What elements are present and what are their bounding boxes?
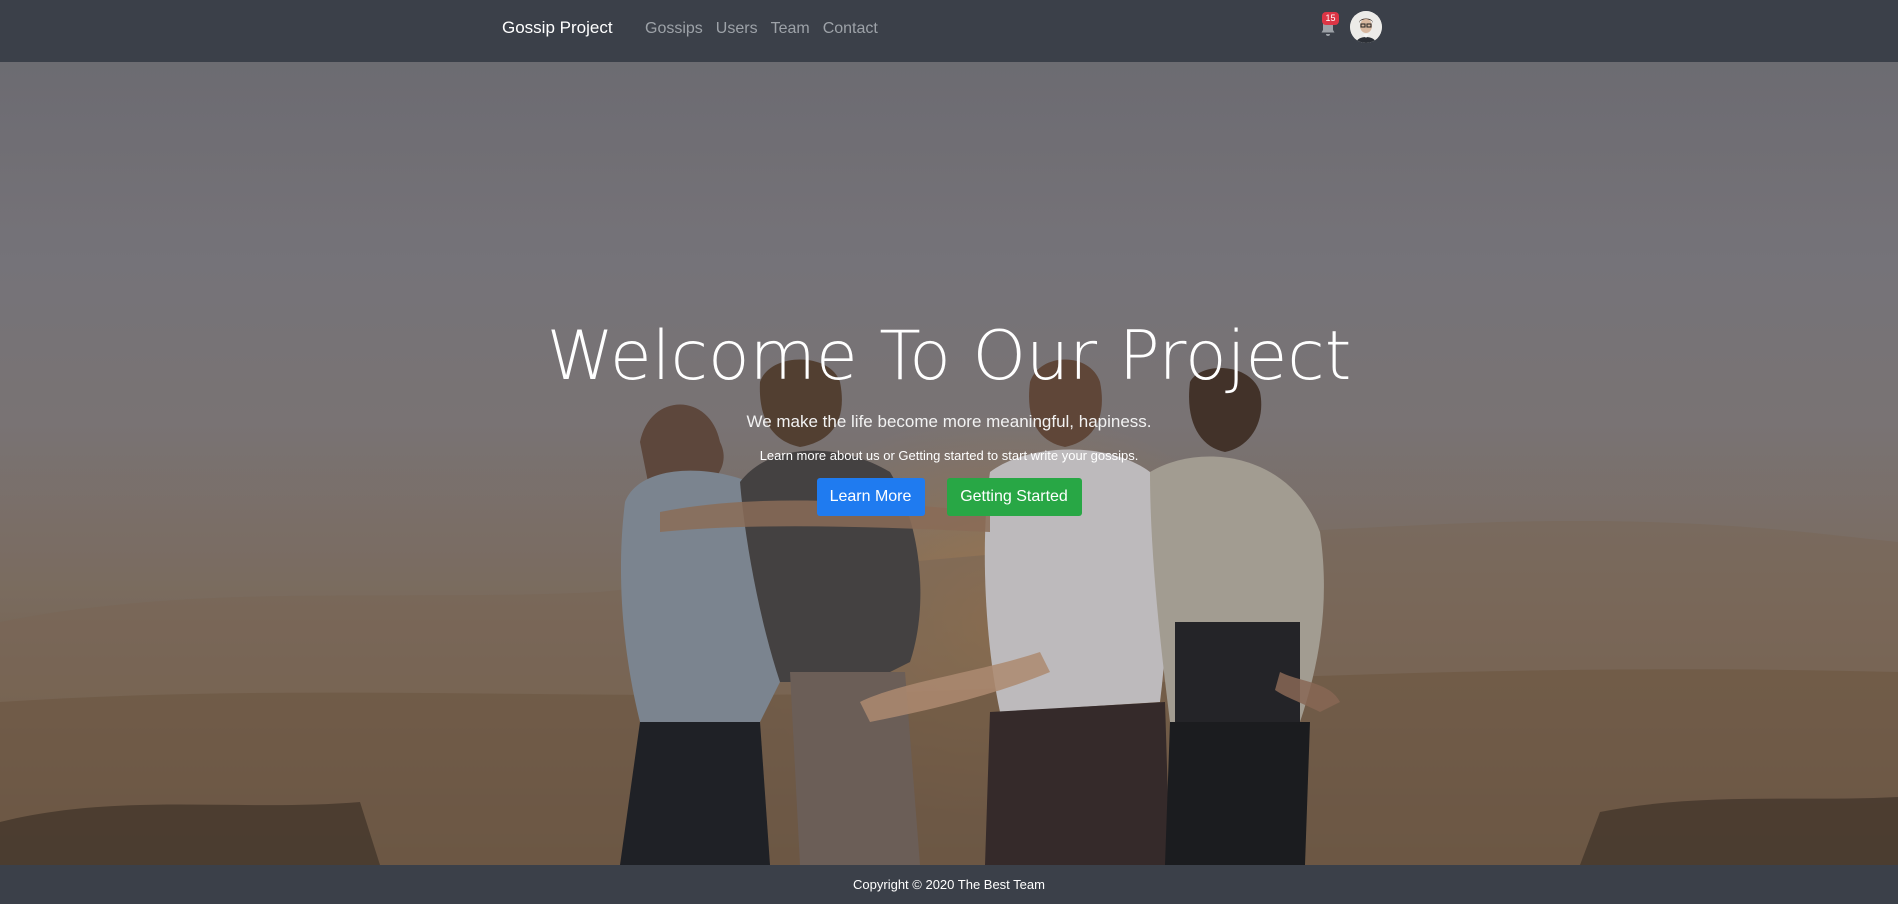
notification-badge: 15 (1322, 12, 1339, 25)
nav-link-team[interactable]: Team (771, 19, 810, 39)
nav-link-gossips[interactable]: Gossips (645, 19, 703, 39)
avatar[interactable] (1350, 11, 1382, 43)
hero-title: Welcome To Our Project (546, 317, 1352, 396)
hero-section: Welcome To Our Project We make the life … (0, 62, 1898, 865)
navbar: Gossip Project Gossips Users Team Contac… (0, 0, 1898, 62)
learn-more-button[interactable]: Learn More (816, 478, 925, 516)
footer-copyright: Copyright © 2020 The Best Team (853, 877, 1045, 892)
hero-subtext: Learn more about us or Getting started t… (759, 448, 1139, 463)
nav-links: Gossips Users Team Contact (645, 19, 891, 39)
hero-content: Welcome To Our Project We make the life … (0, 317, 1898, 516)
nav-link-users[interactable]: Users (716, 19, 758, 39)
brand-link[interactable]: Gossip Project (502, 18, 613, 38)
nav-link-contact[interactable]: Contact (823, 19, 878, 39)
hero-lead: We make the life become more meaningful,… (746, 412, 1152, 431)
hero-buttons: Learn More Getting Started (0, 478, 1898, 516)
footer: Copyright © 2020 The Best Team (0, 865, 1898, 904)
getting-started-button[interactable]: Getting Started (946, 478, 1082, 516)
